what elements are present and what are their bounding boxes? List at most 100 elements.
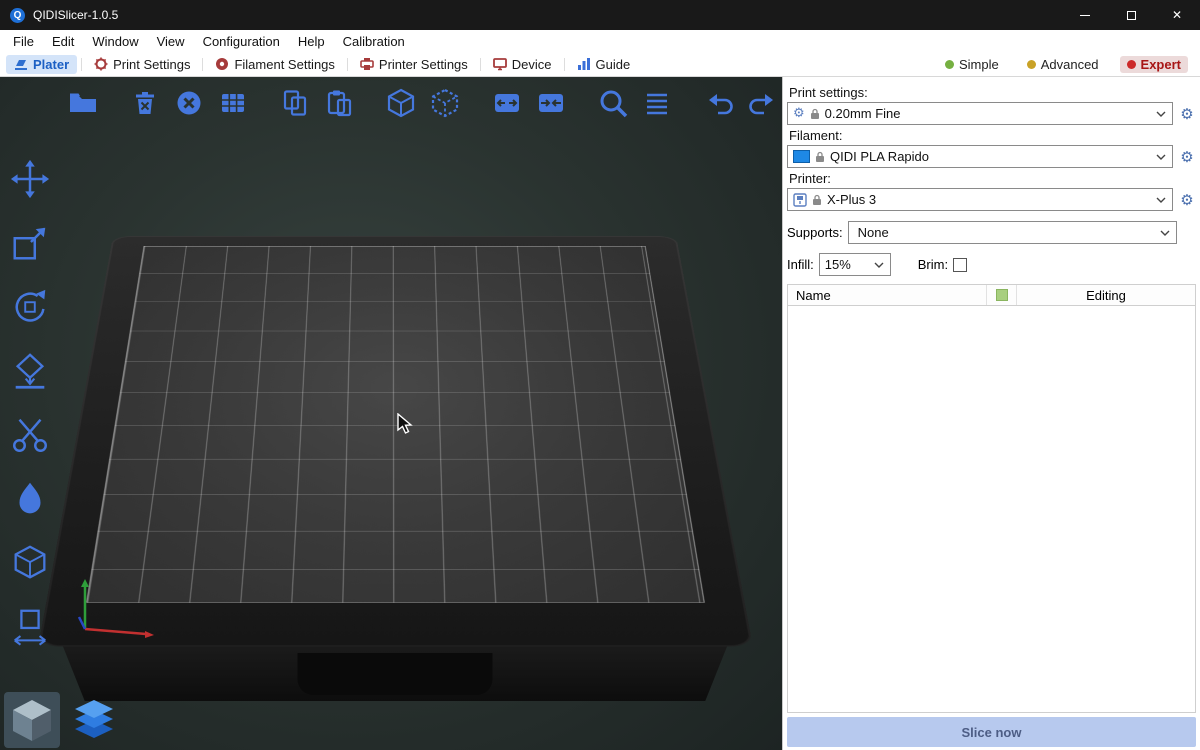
menubar: File Edit Window View Configuration Help… (0, 30, 1200, 52)
split-to-objects-button[interactable] (490, 86, 524, 120)
undo-button[interactable] (702, 86, 736, 120)
app-window: Q QIDISlicer-1.0.5 ✕ File Edit Window Vi… (0, 0, 1200, 750)
tab-guide[interactable]: Guide (569, 55, 639, 74)
guide-icon (577, 57, 591, 71)
copy-button[interactable] (278, 86, 312, 120)
redo-button[interactable] (746, 86, 780, 120)
printer-combo[interactable]: X-Plus 3 (787, 188, 1173, 211)
tab-plater[interactable]: Plater (6, 55, 77, 74)
simple-mode-dot-icon (945, 60, 954, 69)
gizmo-toolbar (5, 157, 55, 649)
print-settings-icon (94, 57, 108, 71)
mode-expert[interactable]: Expert (1120, 56, 1188, 73)
delete-icon (129, 87, 161, 119)
variable-layer-height-button[interactable] (640, 86, 674, 120)
support-painting-tool-button[interactable] (5, 541, 55, 585)
add-instance-cube-icon (385, 87, 417, 119)
supports-value: None (854, 225, 1155, 240)
infill-row: Infill: 15% Brim: (787, 253, 1196, 276)
arrange-button[interactable] (216, 86, 250, 120)
view-preview-button[interactable] (66, 692, 122, 748)
menu-edit[interactable]: Edit (43, 32, 83, 51)
printer-icon (793, 193, 807, 207)
delete-button[interactable] (128, 86, 162, 120)
advanced-mode-dot-icon (1027, 60, 1036, 69)
cut-tool-button[interactable] (5, 413, 55, 457)
tab-guide-label: Guide (596, 57, 631, 72)
window-controls: ✕ (1062, 0, 1200, 30)
move-icon (9, 158, 51, 200)
remove-instance-button[interactable] (428, 86, 462, 120)
menu-window[interactable]: Window (83, 32, 147, 51)
printer-gear-button[interactable]: ⚙ (1178, 191, 1196, 209)
filament-label: Filament: (789, 128, 1194, 143)
split-to-objects-icon (491, 87, 523, 119)
chevron-down-icon (1160, 230, 1170, 236)
filament-gear-button[interactable]: ⚙ (1178, 148, 1196, 166)
tab-separator (81, 58, 82, 71)
infill-combo[interactable]: 15% (819, 253, 891, 276)
tab-plater-label: Plater (33, 57, 69, 72)
scale-tool-button[interactable] (5, 221, 55, 265)
app-logo-icon: Q (10, 8, 25, 23)
print-settings-gear-button[interactable]: ⚙ (1178, 105, 1196, 123)
rotate-tool-button[interactable] (5, 285, 55, 329)
arrange-icon (217, 87, 249, 119)
supports-combo[interactable]: None (848, 221, 1177, 244)
supports-row: Supports: None (787, 221, 1196, 244)
editor-cube-icon (5, 693, 59, 747)
place-on-face-icon (9, 350, 51, 392)
mode-simple-label: Simple (959, 57, 999, 72)
printer-label: Printer: (789, 171, 1194, 186)
filament-row: QIDI PLA Rapido ⚙ (787, 145, 1196, 168)
add-instance-button[interactable] (384, 86, 418, 120)
viewport-3d[interactable] (0, 77, 782, 750)
maximize-button[interactable] (1108, 0, 1154, 30)
tab-device[interactable]: Device (485, 55, 560, 74)
split-to-parts-button[interactable] (534, 86, 568, 120)
printer-settings-icon (360, 57, 374, 71)
chevron-down-icon (874, 262, 884, 268)
mode-advanced[interactable]: Advanced (1020, 56, 1106, 73)
delete-all-button[interactable] (172, 86, 206, 120)
tab-printer-settings[interactable]: Printer Settings (352, 55, 476, 74)
printer-value: X-Plus 3 (827, 192, 1151, 207)
move-tool-button[interactable] (5, 157, 55, 201)
object-list[interactable] (787, 306, 1196, 713)
seam-droplet-icon (9, 478, 51, 520)
chevron-down-icon (1156, 154, 1166, 160)
object-list-header: Name Editing (787, 284, 1196, 306)
menu-calibration[interactable]: Calibration (334, 32, 414, 51)
search-button[interactable] (596, 86, 630, 120)
seam-painting-tool-button[interactable] (5, 477, 55, 521)
measure-icon (9, 606, 51, 648)
menu-view[interactable]: View (148, 32, 194, 51)
menu-configuration[interactable]: Configuration (194, 32, 289, 51)
view-3d-editor-button[interactable] (4, 692, 60, 748)
measure-tool-button[interactable] (5, 605, 55, 649)
lock-icon (810, 108, 820, 120)
paste-button[interactable] (322, 86, 356, 120)
filament-settings-icon (215, 57, 229, 71)
brim-checkbox[interactable] (953, 258, 967, 272)
main-area: Print settings: ⚙ 0.20mm Fine ⚙ Filament… (0, 77, 1200, 750)
minimize-button[interactable] (1062, 0, 1108, 30)
mode-switcher: Simple Advanced Expert (938, 56, 1194, 73)
print-settings-combo[interactable]: ⚙ 0.20mm Fine (787, 102, 1173, 125)
filament-combo[interactable]: QIDI PLA Rapido (787, 145, 1173, 168)
menu-file[interactable]: File (4, 32, 43, 51)
plater-toolbar (66, 86, 780, 120)
close-button[interactable]: ✕ (1154, 0, 1200, 30)
mode-advanced-label: Advanced (1041, 57, 1099, 72)
brim-label: Brim: (918, 257, 948, 272)
tab-print-settings[interactable]: Print Settings (86, 55, 198, 74)
menu-help[interactable]: Help (289, 32, 334, 51)
mode-simple[interactable]: Simple (938, 56, 1006, 73)
variable-layer-height-icon (641, 87, 673, 119)
filament-color-swatch (793, 150, 810, 163)
remove-instance-cube-icon (429, 87, 461, 119)
slice-now-button[interactable]: Slice now (787, 717, 1196, 747)
place-on-face-tool-button[interactable] (5, 349, 55, 393)
open-button[interactable] (66, 86, 100, 120)
tab-filament-settings[interactable]: Filament Settings (207, 55, 342, 74)
